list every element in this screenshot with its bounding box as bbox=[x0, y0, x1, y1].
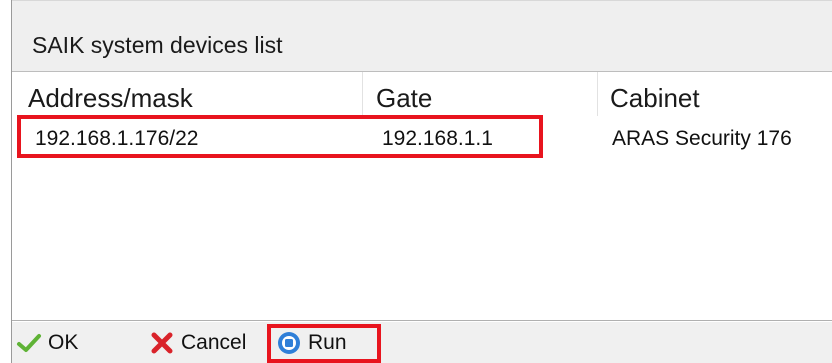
table-row[interactable]: 192.168.1.176/22 192.168.1.1 ARAS Securi… bbox=[12, 116, 832, 156]
ok-button-label: OK bbox=[48, 330, 79, 354]
devices-list[interactable]: Address/mask Gate Cabinet 192.168.1.176/… bbox=[12, 72, 832, 321]
run-button[interactable]: Run bbox=[276, 322, 347, 363]
column-separator[interactable] bbox=[597, 72, 598, 116]
dialog-title: SAIK system devices list bbox=[32, 32, 283, 58]
column-header-cabinet[interactable]: Cabinet bbox=[610, 72, 700, 116]
cell-cabinet: ARAS Security 176 bbox=[612, 127, 792, 150]
cancel-button[interactable]: Cancel bbox=[149, 322, 246, 363]
cell-address-mask: 192.168.1.176/22 bbox=[35, 127, 199, 150]
checkmark-icon bbox=[16, 330, 42, 356]
list-header-row: Address/mask Gate Cabinet bbox=[12, 72, 832, 116]
x-icon bbox=[149, 330, 175, 356]
run-button-label: Run bbox=[308, 330, 347, 354]
column-header-address-mask[interactable]: Address/mask bbox=[28, 72, 193, 116]
devices-dialog: SAIK system devices list Address/mask Ga… bbox=[11, 0, 832, 363]
column-separator[interactable] bbox=[362, 72, 363, 116]
run-icon bbox=[276, 330, 302, 356]
column-header-gate[interactable]: Gate bbox=[376, 72, 432, 116]
cell-gate: 192.168.1.1 bbox=[382, 127, 493, 150]
cancel-button-label: Cancel bbox=[181, 330, 247, 354]
button-bar: OK Cancel Run bbox=[12, 322, 832, 363]
ok-button[interactable]: OK bbox=[16, 322, 78, 363]
dialog-title-bar: SAIK system devices list bbox=[12, 0, 832, 72]
